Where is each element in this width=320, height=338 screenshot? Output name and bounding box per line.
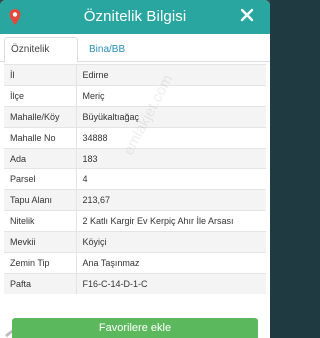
dialog-title: Öznitelik Bilgisi [83, 8, 187, 25]
tab-bar: Öznitelik Bilgisi Bina/BB Listesi [0, 34, 270, 79]
dialog-header: Öznitelik Bilgisi [0, 0, 270, 34]
attribute-value: Köyiçi [76, 231, 266, 253]
table-row: Nitelik 2 Katlı Kargir Ev Kerpiç Ahır İl… [4, 210, 266, 232]
add-to-favorites-button[interactable]: Favorilere ekle [12, 318, 258, 338]
attribute-key: Nitelik [4, 210, 77, 232]
attribute-value: 2 Katlı Kargir Ev Kerpiç Ahır İle Arsası [76, 210, 266, 232]
close-icon[interactable] [240, 8, 254, 22]
attribute-key: İl [4, 64, 77, 86]
attribute-key: Mahalle/Köy [4, 105, 77, 128]
attribute-value: 213,67 [76, 189, 266, 211]
attribute-key: Pafta [4, 272, 77, 295]
attribute-value: 34888 [76, 126, 266, 149]
table-row: Parsel 4 [4, 168, 266, 190]
attribute-key: Zemin Tip [4, 252, 77, 274]
attribute-key: Tapu Alanı [4, 189, 77, 211]
attribute-key: İlçe [4, 84, 77, 107]
attribute-key: Ada [4, 147, 77, 169]
table-row: İlçe Meriç [4, 84, 266, 107]
attribute-value: 4 [76, 168, 266, 190]
attribute-value: 183 [76, 147, 266, 169]
attribute-table: İl Edirne İlçe Meriç Mahalle/Köy Büyükal… [4, 64, 266, 295]
table-row: Zemin Tip Ana Taşınmaz [4, 252, 266, 274]
attribute-value: Ana Taşınmaz [76, 252, 266, 274]
tab-oznitelik-bilgisi[interactable]: Öznitelik Bilgisi [4, 37, 78, 79]
tab-bina-bb-listesi[interactable]: Bina/BB Listesi [82, 37, 162, 79]
table-row: Tapu Alanı 213,67 [4, 189, 266, 211]
attribute-key: Mevkii [4, 231, 77, 253]
attribute-dialog: Öznitelik Bilgisi Öznitelik Bilgisi Bina… [0, 0, 270, 338]
attribute-value: F16-C-14-D-1-C [76, 272, 266, 295]
table-row: Pafta F16-C-14-D-1-C [4, 272, 266, 295]
attribute-key: Parsel [4, 168, 77, 190]
table-row: İl Edirne [4, 64, 266, 86]
attribute-value: Büyükaltıağaç [76, 105, 266, 128]
table-row: Mevkii Köyiçi [4, 231, 266, 253]
attribute-key: Mahalle No [4, 126, 77, 149]
